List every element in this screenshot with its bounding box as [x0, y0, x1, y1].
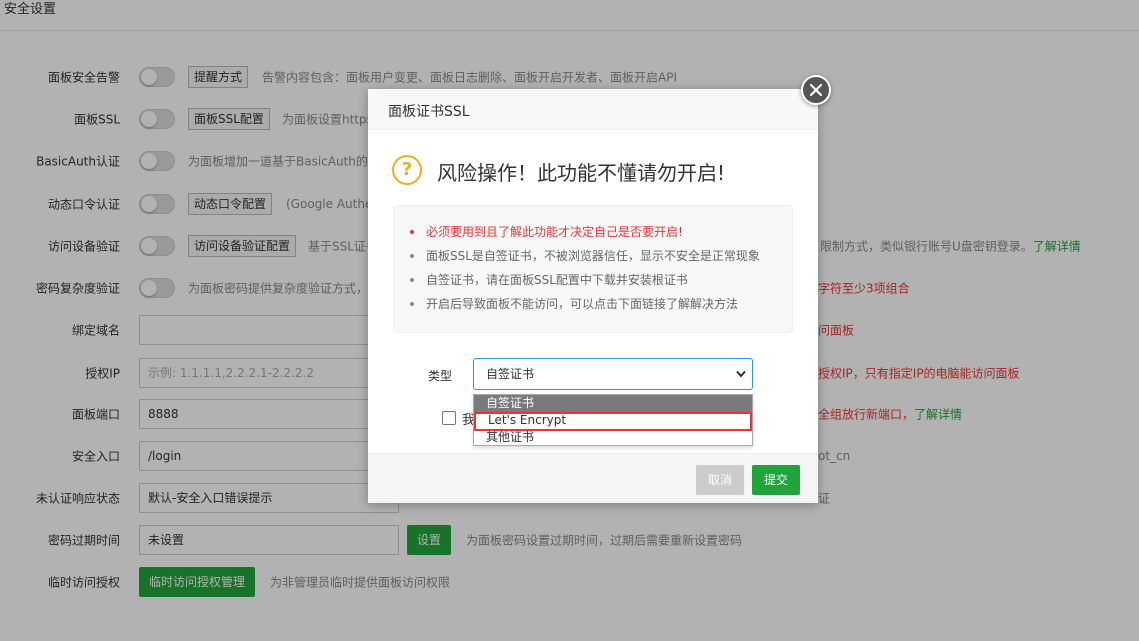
agree-checkbox[interactable] [442, 411, 456, 425]
option-self-signed[interactable]: 自签证书 [474, 395, 752, 412]
dialog-header: 面板证书SSL [368, 89, 818, 130]
ssl-dialog: 面板证书SSL ? 风险操作！此功能不懂请勿开启! 必须要用到且了解此功能才决定… [368, 89, 818, 503]
notice-list: 必须要用到且了解此功能才决定自己是否要开启! 面板SSL是自签证书，不被浏览器信… [408, 220, 760, 316]
notice-item: 面板SSL是自签证书，不被浏览器信任，显示不安全是正常现象 [408, 244, 760, 268]
dialog-footer: 取消 提交 [368, 453, 818, 503]
close-button[interactable] [801, 75, 831, 105]
type-label: 类型 [428, 369, 453, 383]
close-icon [810, 84, 822, 96]
notice-item: 必须要用到且了解此功能才决定自己是否要开启! [408, 220, 760, 244]
question-icon: ? [392, 155, 422, 185]
option-other-cert[interactable]: 其他证书 [474, 429, 752, 446]
cancel-button[interactable]: 取消 [696, 465, 744, 495]
cert-type-dropdown: 自签证书 Let's Encrypt 其他证书 [473, 394, 753, 446]
cert-type-value: 自签证书 [486, 367, 535, 381]
notice-item: 自签证书，请在面板SSL配置中下载并安装根证书 [408, 268, 760, 292]
chevron-down-icon [736, 370, 746, 378]
notice-box: 必须要用到且了解此功能才决定自己是否要开启! 面板SSL是自签证书，不被浏览器信… [393, 205, 793, 333]
notice-item: 开启后导致面板不能访问，可以点击下面链接了解解决方法 [408, 292, 760, 316]
warning-text: 风险操作！此功能不懂请勿开启! [437, 161, 726, 185]
dialog-title: 面板证书SSL [388, 104, 470, 120]
cert-type-select[interactable]: 自签证书 [473, 358, 753, 390]
submit-button[interactable]: 提交 [752, 465, 800, 495]
